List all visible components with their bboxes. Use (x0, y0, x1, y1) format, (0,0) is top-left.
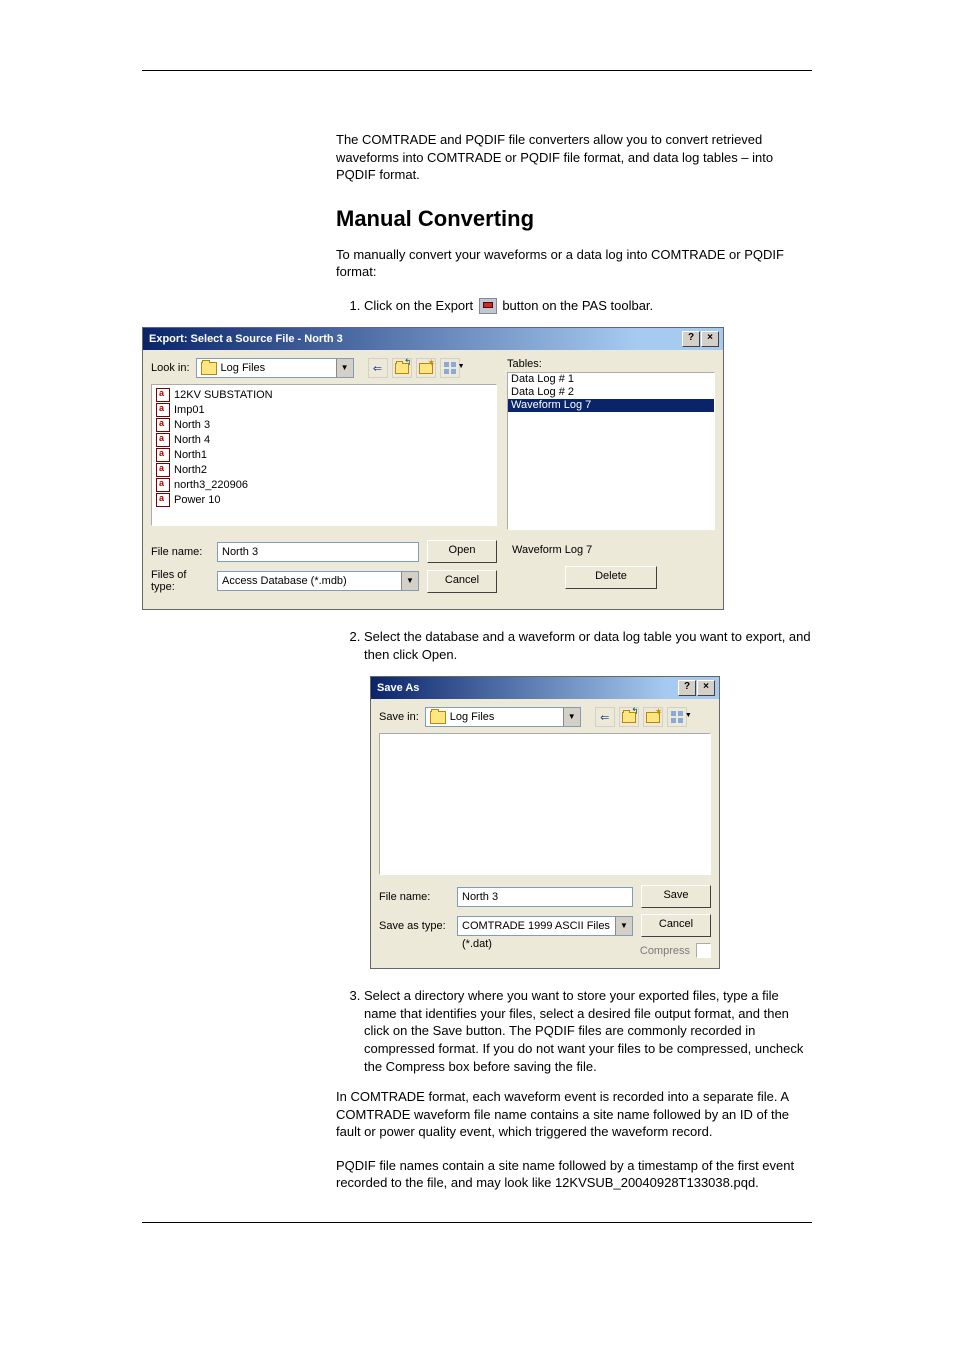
step-3: Select a directory where you want to sto… (364, 987, 812, 1075)
export-dialog: Export: Select a Source File - North 3 ?… (142, 327, 724, 610)
compress-label: Compress (640, 945, 690, 957)
file-name-input[interactable]: North 3 (217, 542, 419, 562)
file-item-label: North 3 (174, 419, 210, 431)
mdb-file-icon (156, 403, 170, 417)
top-rule (142, 70, 812, 71)
close-button[interactable]: × (697, 680, 715, 696)
back-icon[interactable] (368, 358, 388, 378)
table-list-item[interactable]: Data Log # 2 (508, 386, 714, 399)
file-item[interactable]: 12KV SUBSTATION (154, 387, 494, 402)
section-heading: Manual Converting (336, 206, 812, 232)
table-list-item[interactable]: Waveform Log 7 (508, 399, 714, 412)
file-item[interactable]: North2 (154, 462, 494, 477)
file-item[interactable]: North1 (154, 447, 494, 462)
sa-file-name-label: File name: (379, 891, 449, 903)
folder-icon (201, 362, 217, 375)
file-item-label: 12KV SUBSTATION (174, 389, 273, 401)
save-in-combo[interactable]: Log Files ▼ (425, 707, 581, 727)
mdb-file-icon (156, 448, 170, 462)
views-icon[interactable]: ▼ (667, 707, 687, 727)
chevron-down-icon[interactable]: ▼ (401, 572, 418, 590)
selected-table-display: Waveform Log 7 (507, 540, 715, 560)
files-of-type-combo[interactable]: Access Database (*.mdb) ▼ (217, 571, 419, 591)
mdb-file-icon (156, 418, 170, 432)
mdb-file-icon (156, 463, 170, 477)
compress-checkbox[interactable] (696, 943, 711, 958)
save-button[interactable]: Save (641, 885, 711, 908)
save-as-title: Save As (375, 682, 419, 694)
up-one-level-icon[interactable] (392, 358, 412, 378)
delete-button[interactable]: Delete (565, 566, 657, 589)
mdb-file-icon (156, 433, 170, 447)
file-item-label: north3_220906 (174, 479, 248, 491)
tables-label: Tables: (507, 358, 715, 370)
step-1: Click on the Export button on the PAS to… (364, 297, 812, 315)
look-in-label: Look in: (151, 362, 190, 374)
mdb-file-icon (156, 388, 170, 402)
look-in-value: Log Files (221, 362, 266, 374)
new-folder-icon[interactable]: ✶ (416, 358, 436, 378)
help-button[interactable]: ? (678, 680, 696, 696)
chevron-down-icon[interactable]: ▼ (336, 359, 353, 377)
export-toolbar-icon (479, 298, 497, 314)
file-item-label: Imp01 (174, 404, 205, 416)
file-item-label: North2 (174, 464, 207, 476)
save-as-type-combo[interactable]: COMTRADE 1999 ASCII Files (*.dat) ▼ (457, 916, 633, 936)
file-list[interactable]: 12KV SUBSTATION Imp01 North 3 North 4 North1… (151, 384, 497, 526)
open-button[interactable]: Open (427, 540, 497, 563)
new-folder-icon[interactable]: ✶ (643, 707, 663, 727)
step1-before: Click on the Export (364, 298, 477, 313)
export-dialog-titlebar[interactable]: Export: Select a Source File - North 3 ?… (143, 328, 723, 350)
folder-icon (430, 711, 446, 724)
save-as-file-list[interactable] (379, 733, 711, 875)
file-name-label: File name: (151, 546, 209, 558)
chevron-down-icon[interactable]: ▼ (615, 917, 632, 935)
up-one-level-icon[interactable] (619, 707, 639, 727)
bottom-rule (142, 1222, 812, 1223)
file-item-label: North1 (174, 449, 207, 461)
step-2: Select the database and a waveform or da… (364, 628, 812, 663)
file-item[interactable]: north3_220906 (154, 477, 494, 492)
help-button[interactable]: ? (682, 331, 700, 347)
step1-after: button on the PAS toolbar. (499, 298, 653, 313)
intro-paragraph: The COMTRADE and PQDIF file converters a… (336, 131, 812, 184)
cancel-button[interactable]: Cancel (427, 570, 497, 593)
save-in-label: Save in: (379, 711, 419, 723)
chevron-down-icon[interactable]: ▼ (563, 708, 580, 726)
sa-type-label: Save as type: (379, 920, 449, 932)
back-icon[interactable] (595, 707, 615, 727)
table-list-item[interactable]: Data Log # 1 (508, 373, 714, 386)
intro-paragraph-2: To manually convert your waveforms or a … (336, 246, 812, 281)
look-in-combo[interactable]: Log Files ▼ (196, 358, 354, 378)
file-item[interactable]: North 3 (154, 417, 494, 432)
tables-list[interactable]: Data Log # 1Data Log # 2Waveform Log 7 (507, 372, 715, 530)
save-as-titlebar[interactable]: Save As ? × (371, 677, 719, 699)
views-icon[interactable]: ▼ (440, 358, 460, 378)
sa-cancel-button[interactable]: Cancel (641, 914, 711, 937)
close-button[interactable]: × (701, 331, 719, 347)
save-as-dialog: Save As ? × Save in: Log Files ▼ ✶ ▼ (370, 676, 720, 969)
mdb-file-icon (156, 478, 170, 492)
tail-paragraph-1: In COMTRADE format, each waveform event … (336, 1088, 812, 1141)
sa-file-name-input[interactable]: North 3 (457, 887, 633, 907)
file-item[interactable]: Imp01 (154, 402, 494, 417)
save-in-value: Log Files (450, 711, 495, 723)
file-item[interactable]: North 4 (154, 432, 494, 447)
export-dialog-title: Export: Select a Source File - North 3 (147, 333, 343, 345)
file-item-label: North 4 (174, 434, 210, 446)
mdb-file-icon (156, 493, 170, 507)
file-item-label: Power 10 (174, 494, 220, 506)
file-item[interactable]: Power 10 (154, 492, 494, 507)
tail-paragraph-2: PQDIF file names contain a site name fol… (336, 1157, 812, 1192)
files-of-type-label: Files of type: (151, 569, 209, 593)
